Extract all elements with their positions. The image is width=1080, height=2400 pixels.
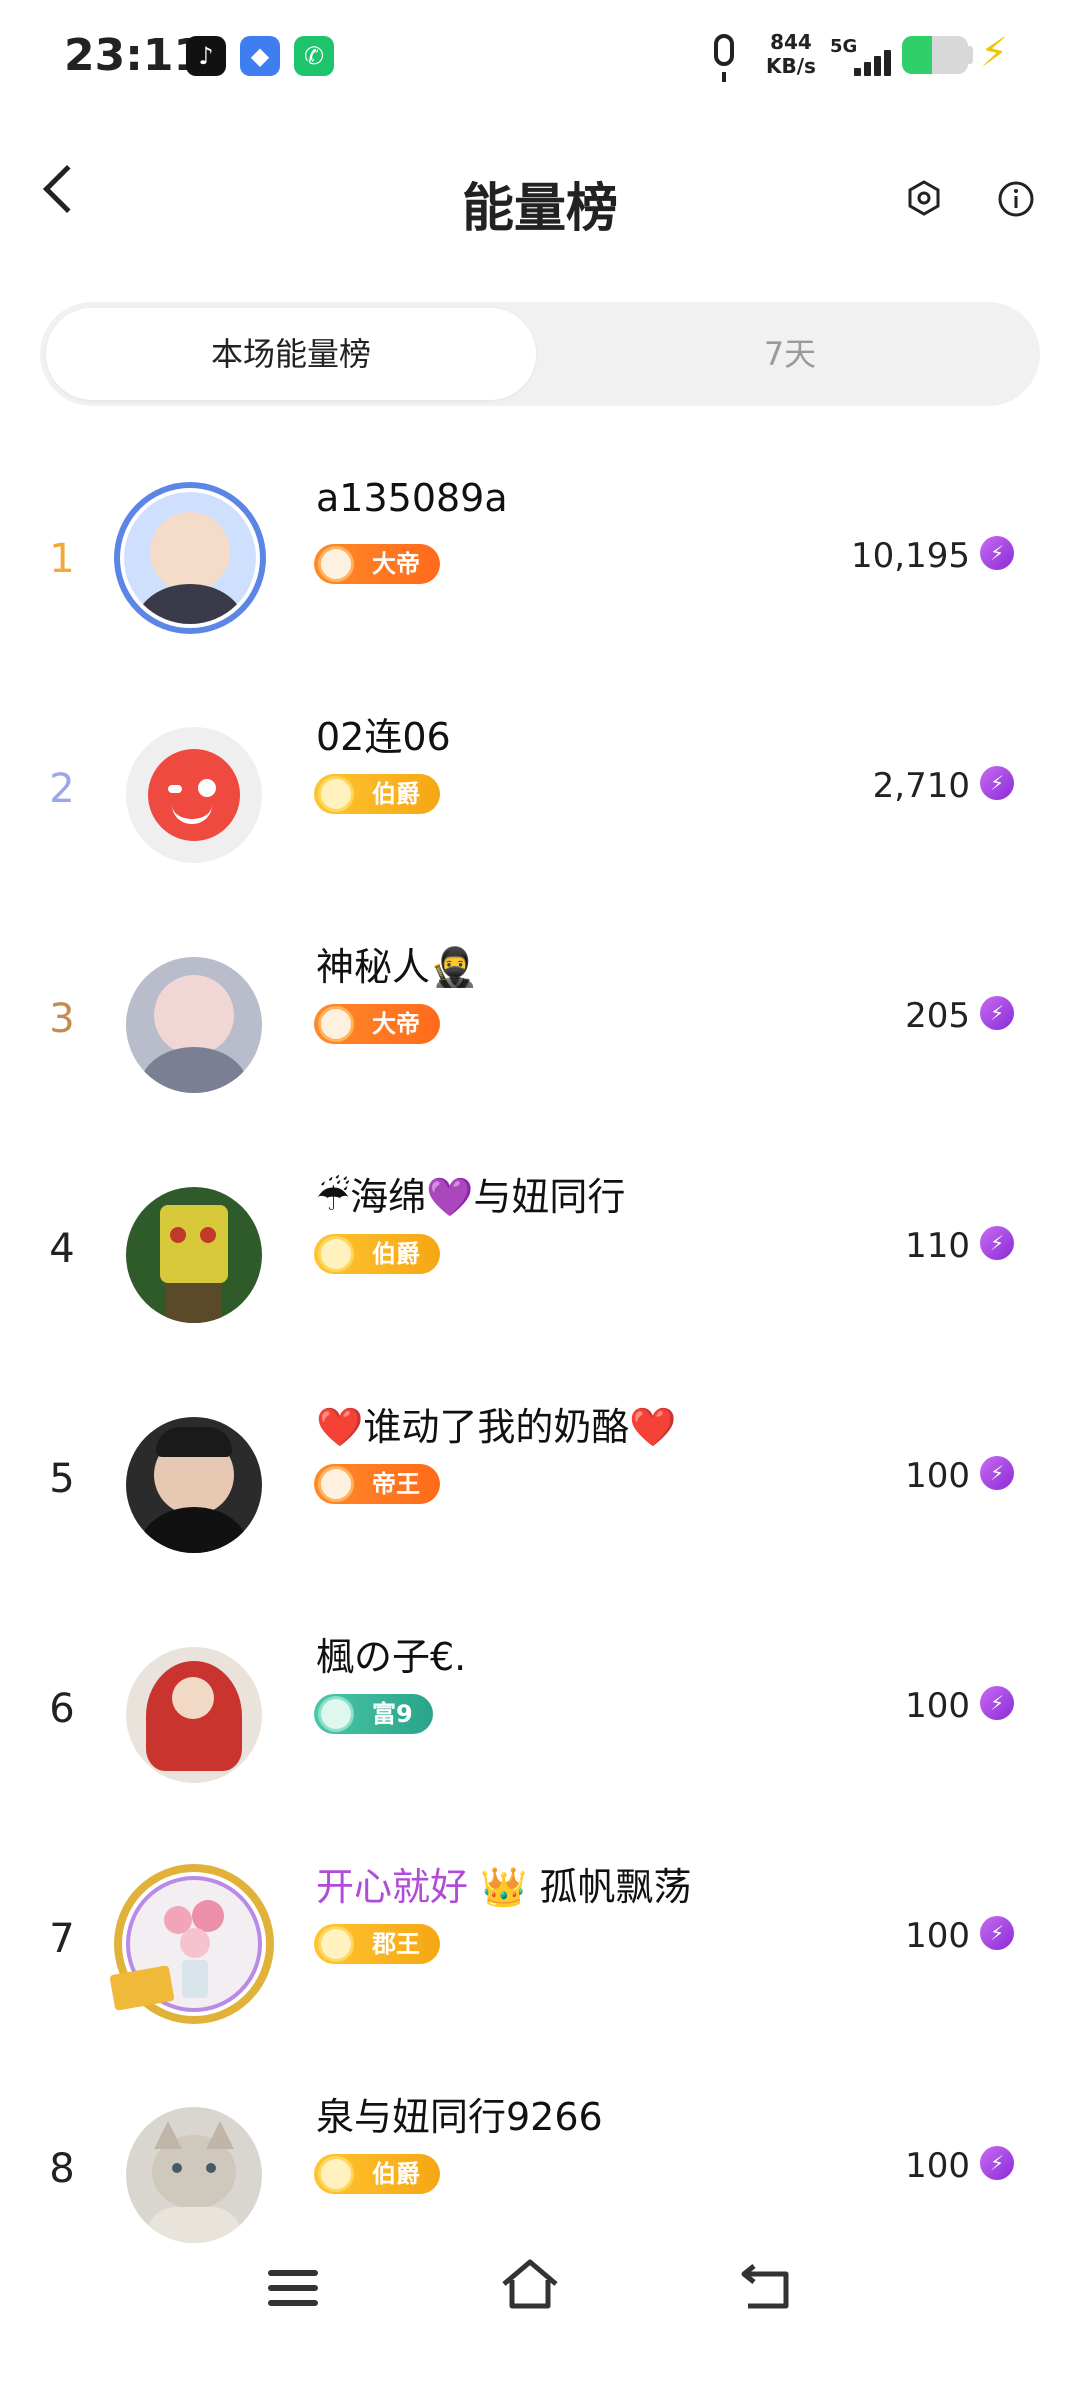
rank-number: 6 (49, 1686, 75, 1732)
list-item[interactable]: 7 开心就好 👑 孤帆飘荡 郡王 100 ⚡ (0, 1820, 1080, 2050)
badge-icon (318, 1926, 354, 1962)
energy-score: 2,710 (872, 766, 970, 806)
energy-score: 100 (905, 1686, 970, 1726)
badge-icon (318, 2156, 354, 2192)
avatar (126, 1417, 262, 1553)
rank-number: 7 (49, 1916, 75, 1962)
list-item[interactable]: 4 ☔海绵💜与妞同行 伯爵 110 ⚡ (0, 1130, 1080, 1360)
signal-icon (852, 44, 896, 76)
energy-icon: ⚡ (980, 996, 1014, 1030)
badge-label: 伯爵 (372, 780, 420, 808)
list-item[interactable]: 1 a135089a 大帝 10,195 ⚡ (0, 440, 1080, 670)
battery-cap (968, 46, 973, 64)
energy-icon: ⚡ (980, 1226, 1014, 1260)
settings-icon[interactable] (906, 180, 942, 216)
badge-icon (318, 1006, 354, 1042)
avatar (126, 727, 262, 863)
battery-icon (902, 36, 968, 74)
info-icon[interactable] (997, 180, 1035, 218)
tab-this-session[interactable]: 本场能量榜 (46, 308, 536, 400)
badge-label: 伯爵 (372, 2160, 420, 2188)
rank-number: 2 (49, 766, 75, 812)
back-icon[interactable] (738, 2260, 794, 2312)
avatar (124, 492, 256, 624)
rank-number: 5 (49, 1456, 75, 1502)
energy-score: 205 (905, 996, 970, 1036)
level-badge: 大帝 (314, 1004, 440, 1044)
list-item[interactable]: 5 ❤️谁动了我的奶酪❤️ 帝王 100 ⚡ (0, 1360, 1080, 1590)
energy-score: 100 (905, 1916, 970, 1956)
microphone-icon (714, 34, 734, 82)
network-speed-unit: KB/s (766, 54, 816, 78)
rank-number: 3 (49, 996, 75, 1042)
level-badge: 伯爵 (314, 774, 440, 814)
energy-icon: ⚡ (980, 2146, 1014, 2180)
level-badge: 伯爵 (314, 1234, 440, 1274)
energy-icon: ⚡ (980, 536, 1014, 570)
badge-icon (318, 1466, 354, 1502)
status-bar: 23:11 ♪ ◆ ✆ 844 KB/s 5G ⚡ (0, 0, 1080, 120)
energy-score: 100 (905, 1456, 970, 1496)
energy-icon: ⚡ (980, 1686, 1014, 1720)
badge-label: 富9 (372, 1700, 413, 1728)
user-name: a135089a (316, 476, 508, 520)
user-name: 泉与妞同行9266 (316, 2095, 603, 2139)
user-name: ☔海绵💜与妞同行 (316, 1175, 626, 1219)
energy-icon: ⚡ (980, 1916, 1014, 1950)
badge-label: 大帝 (372, 550, 420, 578)
level-badge: 帝王 (314, 1464, 440, 1504)
phone-icon: ✆ (294, 36, 334, 76)
level-badge: 伯爵 (314, 2154, 440, 2194)
user-name-main: 孤帆飘荡 (539, 1865, 692, 1909)
energy-icon: ⚡ (980, 766, 1014, 800)
rank-number: 4 (49, 1226, 75, 1272)
tiktok-icon: ♪ (186, 36, 226, 76)
level-badge: 富9 (314, 1694, 433, 1734)
charging-icon: ⚡ (980, 30, 1009, 76)
user-name: ❤️谁动了我的奶酪❤️ (316, 1405, 677, 1449)
rank-number: 1 (49, 536, 75, 582)
badge-icon (318, 776, 354, 812)
level-badge: 郡王 (314, 1924, 440, 1964)
badge-icon (318, 1696, 354, 1732)
home-icon[interactable] (500, 2256, 560, 2312)
user-name: 开心就好 👑 孤帆飘荡 (316, 1856, 692, 1911)
badge-icon (318, 546, 354, 582)
energy-score: 110 (905, 1226, 970, 1266)
user-name: 02连06 (316, 715, 451, 759)
network-speed-value: 844 (770, 30, 812, 54)
rank-number: 8 (49, 2146, 75, 2192)
badge-label: 郡王 (372, 1930, 420, 1958)
level-badge: 大帝 (314, 544, 440, 584)
user-name: 楓の子€. (316, 1635, 467, 1679)
menu-icon[interactable] (268, 2270, 318, 2306)
avatar (126, 1187, 262, 1323)
energy-score: 100 (905, 2146, 970, 2186)
system-nav-bar (0, 2220, 1080, 2360)
user-name: 神秘人🥷 (316, 945, 478, 989)
badge-icon (318, 1236, 354, 1272)
status-time: 23:11 (64, 30, 205, 81)
avatar (126, 1647, 262, 1783)
list-item[interactable]: 3 神秘人🥷 大帝 205 ⚡ (0, 900, 1080, 1130)
badge-label: 帝王 (372, 1470, 420, 1498)
network-speed: 844 KB/s (766, 30, 816, 78)
avatar (126, 957, 262, 1093)
tab-7-days[interactable]: 7天 (580, 308, 1000, 400)
energy-score: 10,195 (851, 536, 970, 576)
list-item[interactable]: 6 楓の子€. 富9 100 ⚡ (0, 1590, 1080, 1820)
app-icon: ◆ (240, 36, 280, 76)
user-name-prefix: 开心就好 👑 (316, 1865, 528, 1909)
tab-bar: 本场能量榜 7天 (40, 302, 1040, 406)
energy-icon: ⚡ (980, 1456, 1014, 1490)
badge-label: 大帝 (372, 1010, 420, 1038)
list-item[interactable]: 2 02连06 伯爵 2,710 ⚡ (0, 670, 1080, 900)
badge-label: 伯爵 (372, 1240, 420, 1268)
